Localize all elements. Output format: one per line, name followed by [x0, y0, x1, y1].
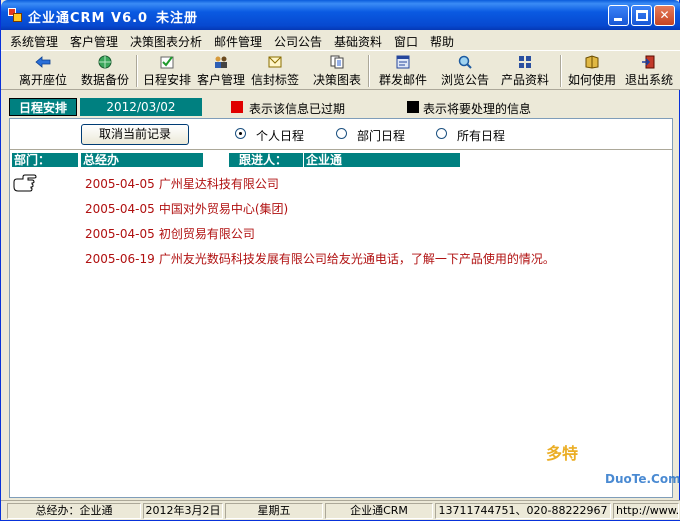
radio-personal-label: 个人日程: [256, 129, 305, 143]
schedule-button[interactable]: 日程安排: [141, 53, 193, 89]
record-text: 初创贸易有限公司: [158, 227, 255, 241]
radio-all-dot: [436, 128, 447, 139]
window-title: 企业通CRM V6.0: [28, 11, 149, 26]
record-date: 2005-04-05: [85, 202, 155, 216]
registration-status: 未注册: [156, 11, 199, 26]
status-bar: 总经办：企业通 2012年3月2日 星期五 企业通CRM 13711744751…: [1, 500, 680, 520]
app-logo-icon: [7, 7, 23, 23]
maximize-icon: [636, 10, 648, 21]
close-button[interactable]: ✕: [654, 5, 675, 26]
menu-bar: 系统管理 客户管理 决策图表分析 邮件管理 公司公告 基础资料 窗口 帮助: [1, 30, 680, 50]
follower-value: 企业通: [304, 153, 460, 167]
pending-legend-label: 表示将要处理的信息: [423, 102, 532, 116]
main-window: 企业通CRM V6.0 未注册 ✕ 系统管理 客户管理 决策图表分析 邮件管理 …: [0, 0, 680, 521]
schedule-record[interactable]: 2005-06-19 广州友光数码科技发展有限公司给友光通电话，了解一下产品使用…: [85, 250, 555, 267]
close-icon: ✕: [659, 8, 670, 22]
documents-icon: [330, 55, 344, 69]
leave-seat-label: 离开座位: [18, 73, 67, 87]
expired-legend-swatch: [231, 101, 243, 113]
status-url: http://www.: [613, 503, 679, 519]
product-info-button[interactable]: 产品资料: [497, 53, 553, 89]
exit-door-icon: [642, 55, 655, 69]
product-info-label: 产品资料: [500, 73, 549, 87]
pending-legend-swatch: [407, 101, 419, 113]
customer-manage-button[interactable]: 客户管理: [195, 53, 247, 89]
record-text: 广州友光数码科技发展有限公司给友光通电话，了解一下产品使用的情况。: [158, 252, 555, 266]
department-label: 部门：: [12, 153, 78, 167]
title-bar[interactable]: 企业通CRM V6.0 未注册 ✕: [1, 0, 680, 30]
record-date: 2005-06-19: [85, 252, 155, 266]
watermark-brand: 多特: [546, 444, 579, 463]
toolbar-separator: [136, 55, 138, 87]
minimize-icon: [614, 18, 622, 21]
schedule-label: 日程安排: [142, 73, 191, 87]
radio-department-label: 部门日程: [357, 129, 406, 143]
toolbar-separator: [560, 55, 562, 87]
radio-all-label: 所有日程: [457, 129, 506, 143]
decision-chart-button[interactable]: 决策图表: [309, 53, 365, 89]
pointing-hand-icon: [13, 174, 37, 192]
panel-divider: [10, 149, 672, 151]
status-phone: 13711744751、020-88222967: [435, 503, 611, 519]
record-date: 2005-04-05: [85, 227, 155, 241]
grid-icon: [519, 56, 531, 68]
maximize-button[interactable]: [631, 5, 652, 26]
follower-label: 跟进人：: [229, 153, 303, 167]
how-to-use-label: 如何使用: [567, 73, 616, 87]
decision-chart-label: 决策图表: [312, 73, 361, 87]
mail-window-icon: [396, 55, 410, 69]
toolbar: 离开座位 数据备份 日程安排 客户管理 信封标签 决策图表 群发邮件 浏览公告 …: [1, 50, 680, 90]
menu-mail[interactable]: 邮件管理: [214, 33, 262, 50]
mass-mail-label: 群发邮件: [378, 73, 427, 87]
watermark-site: DuoTe.Com: [605, 472, 680, 486]
leave-seat-button[interactable]: 离开座位: [15, 53, 71, 89]
mass-mail-button[interactable]: 群发邮件: [375, 53, 431, 89]
schedule-date: 2012/03/02: [80, 98, 202, 116]
radio-personal-dot: [235, 128, 246, 139]
back-arrow-icon: [35, 56, 51, 68]
browse-announcement-label: 浏览公告: [440, 73, 489, 87]
menu-base-data[interactable]: 基础资料: [334, 33, 382, 50]
menu-help[interactable]: 帮助: [430, 33, 454, 50]
minimize-button[interactable]: [608, 5, 629, 26]
menu-customer[interactable]: 客户管理: [70, 33, 118, 50]
menu-system[interactable]: 系统管理: [10, 33, 58, 50]
checkmark-schedule-icon: [160, 56, 174, 69]
schedule-record[interactable]: 2005-04-05 广州星达科技有限公司: [85, 175, 279, 192]
data-backup-button[interactable]: 数据备份: [77, 53, 133, 89]
department-info-row: 部门： 总经办 跟进人： 企业通: [10, 153, 672, 169]
status-product: 企业通CRM: [325, 503, 433, 519]
schedule-record[interactable]: 2005-04-05 初创贸易有限公司: [85, 225, 255, 242]
envelope-label-label: 信封标签: [250, 73, 299, 87]
exit-system-button[interactable]: 退出系统: [621, 53, 677, 89]
status-date: 2012年3月2日: [143, 503, 223, 519]
record-text: 广州星达科技有限公司: [158, 177, 279, 191]
status-user: 总经办：企业通: [7, 503, 141, 519]
data-backup-label: 数据备份: [80, 73, 129, 87]
menu-decision-charts[interactable]: 决策图表分析: [130, 33, 202, 50]
globe-backup-icon: [98, 55, 112, 69]
exit-system-label: 退出系统: [624, 73, 673, 87]
magnifier-icon: [458, 55, 472, 69]
radio-department-dot: [336, 128, 347, 139]
cancel-record-button[interactable]: 取消当前记录: [81, 124, 189, 145]
toolbar-separator: [368, 55, 370, 87]
record-text: 中国对外贸易中心(集团): [158, 202, 289, 216]
record-date: 2005-04-05: [85, 177, 155, 191]
menu-announcement[interactable]: 公司公告: [274, 33, 322, 50]
browse-announcement-button[interactable]: 浏览公告: [437, 53, 493, 89]
department-value: 总经办: [81, 153, 203, 167]
schedule-header: 日程安排 2012/03/02 表示该信息已过期 表示将要处理的信息: [9, 98, 673, 116]
expired-legend-label: 表示该信息已过期: [249, 102, 346, 116]
book-icon: [585, 55, 599, 69]
status-weekday: 星期五: [225, 503, 323, 519]
menu-window[interactable]: 窗口: [394, 33, 418, 50]
how-to-use-button[interactable]: 如何使用: [565, 53, 619, 89]
customer-manage-label: 客户管理: [196, 73, 245, 87]
schedule-record[interactable]: 2005-04-05 中国对外贸易中心(集团): [85, 200, 288, 217]
people-icon: [215, 56, 227, 68]
envelope-label-button[interactable]: 信封标签: [249, 53, 301, 89]
schedule-title: 日程安排: [9, 98, 77, 116]
envelope-label-icon: [268, 56, 282, 68]
